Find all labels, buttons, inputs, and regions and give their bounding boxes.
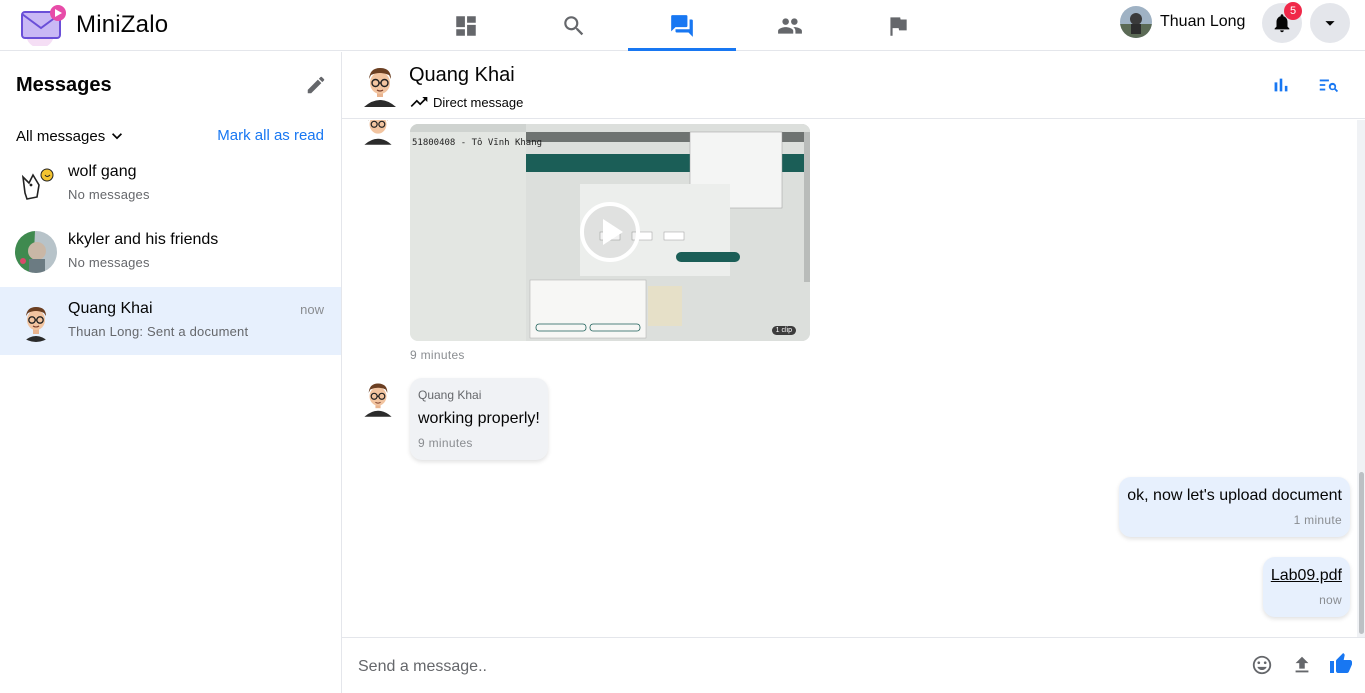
like-button[interactable] bbox=[1329, 652, 1353, 676]
scrollbar-thumb[interactable] bbox=[1359, 472, 1364, 634]
chat-panel: Quang Khai Direct message 51800408 - Tô … bbox=[342, 52, 1365, 693]
avatar bbox=[15, 163, 57, 205]
message-list[interactable]: 51800408 - Tô Vĩnh Khang 1 clip 9 minute… bbox=[342, 120, 1357, 637]
video-message[interactable]: 51800408 - Tô Vĩnh Khang 1 clip bbox=[410, 124, 810, 341]
conversation-item[interactable]: kkyler and his friends No messages bbox=[0, 218, 341, 286]
account-dropdown-button[interactable] bbox=[1310, 3, 1350, 43]
upload-icon bbox=[1295, 656, 1309, 673]
pencil-icon bbox=[307, 76, 325, 94]
user-name: Thuan Long bbox=[1160, 13, 1246, 30]
incoming-message-bubble[interactable]: Quang Khai working properly! 9 minutes bbox=[410, 378, 548, 460]
avatar bbox=[361, 120, 395, 146]
emoji-icon bbox=[1252, 655, 1272, 675]
avatar bbox=[15, 300, 57, 342]
video-duration: 1 clip bbox=[771, 326, 796, 335]
avatar[interactable] bbox=[360, 63, 400, 107]
chat-stats-button[interactable] bbox=[1270, 74, 1294, 98]
forum-icon bbox=[671, 14, 693, 37]
notification-count-badge: 5 bbox=[1284, 2, 1302, 20]
conversation-sidebar: Messages All messages Mark all as read w… bbox=[0, 52, 342, 693]
conversation-name: Quang Khai bbox=[68, 300, 153, 317]
play-button[interactable] bbox=[580, 202, 640, 262]
avatar bbox=[361, 378, 395, 418]
people-icon bbox=[778, 17, 802, 34]
app-logo-icon bbox=[18, 4, 68, 48]
search-in-chat-button[interactable] bbox=[1317, 74, 1341, 98]
caret-down-icon bbox=[1325, 21, 1335, 26]
chat-title: Quang Khai bbox=[409, 64, 515, 86]
brand[interactable]: MiniZalo bbox=[18, 4, 169, 48]
message-input[interactable] bbox=[358, 656, 1238, 678]
filter-label: All messages bbox=[16, 127, 106, 145]
avatar bbox=[15, 231, 57, 273]
play-icon bbox=[603, 219, 623, 245]
search-icon bbox=[564, 15, 584, 35]
conversation-preview: No messages bbox=[68, 187, 150, 202]
conversation-name: wolf gang bbox=[68, 163, 137, 180]
conversation-preview: Thuan Long: Sent a document bbox=[68, 324, 249, 339]
nav-dashboard[interactable] bbox=[412, 0, 520, 51]
message-time: now bbox=[1319, 593, 1342, 607]
top-navigation-bar: MiniZalo Thuan Long 5 bbox=[0, 0, 1365, 51]
message-time: 1 minute bbox=[1293, 513, 1342, 527]
nav-people[interactable] bbox=[736, 0, 844, 51]
upload-button[interactable] bbox=[1291, 654, 1315, 678]
emoji-button[interactable] bbox=[1251, 654, 1275, 678]
conversation-item[interactable]: wolf gang No messages bbox=[0, 150, 341, 218]
outgoing-file-bubble[interactable]: Lab09.pdf now bbox=[1262, 557, 1350, 617]
message-time: 9 minutes bbox=[410, 348, 465, 362]
outgoing-message-bubble[interactable]: ok, now let's upload document 1 minute bbox=[1119, 477, 1350, 537]
conversation-item[interactable]: Quang Khai Thuan Long: Sent a document n… bbox=[0, 287, 341, 355]
message-filter-dropdown[interactable]: All messages bbox=[16, 126, 127, 146]
chevron-down-icon bbox=[112, 133, 123, 140]
message-sender: Quang Khai bbox=[418, 388, 482, 402]
notifications-button[interactable]: 5 bbox=[1262, 2, 1302, 43]
dashboard-icon bbox=[456, 15, 476, 36]
nav-search[interactable] bbox=[520, 0, 628, 51]
message-text: ok, now let's upload document bbox=[1127, 487, 1342, 504]
message-text: working properly! bbox=[418, 410, 540, 427]
conversation-time: now bbox=[300, 302, 324, 317]
account-menu[interactable]: Thuan Long bbox=[1120, 6, 1245, 38]
nav-reports[interactable] bbox=[844, 0, 952, 51]
chat-type-label: Direct message bbox=[433, 94, 524, 110]
sidebar-title: Messages bbox=[16, 74, 112, 96]
thumbs-up-icon bbox=[1330, 653, 1352, 673]
message-composer bbox=[342, 637, 1365, 693]
main-nav bbox=[412, 0, 952, 51]
nav-messages[interactable] bbox=[628, 0, 736, 51]
bar-chart-icon bbox=[1274, 78, 1288, 92]
message-time: 9 minutes bbox=[418, 436, 473, 450]
conversation-name: kkyler and his friends bbox=[68, 231, 219, 248]
flag-icon bbox=[890, 16, 907, 36]
chat-header: Quang Khai Direct message bbox=[342, 52, 1365, 119]
scrollbar[interactable] bbox=[1357, 120, 1365, 637]
app-name: MiniZalo bbox=[76, 11, 169, 38]
video-overlay-text: 51800408 - Tô Vĩnh Khang bbox=[412, 138, 543, 148]
mark-all-read-link[interactable]: Mark all as read bbox=[217, 127, 324, 144]
file-link[interactable]: Lab09.pdf bbox=[1271, 567, 1342, 585]
search-list-icon bbox=[1319, 79, 1339, 93]
conversation-preview: No messages bbox=[68, 255, 150, 270]
new-message-button[interactable] bbox=[305, 74, 329, 98]
user-avatar bbox=[1120, 6, 1152, 38]
chat-subtitle: Direct message bbox=[409, 92, 523, 112]
trending-up-icon bbox=[410, 97, 428, 107]
